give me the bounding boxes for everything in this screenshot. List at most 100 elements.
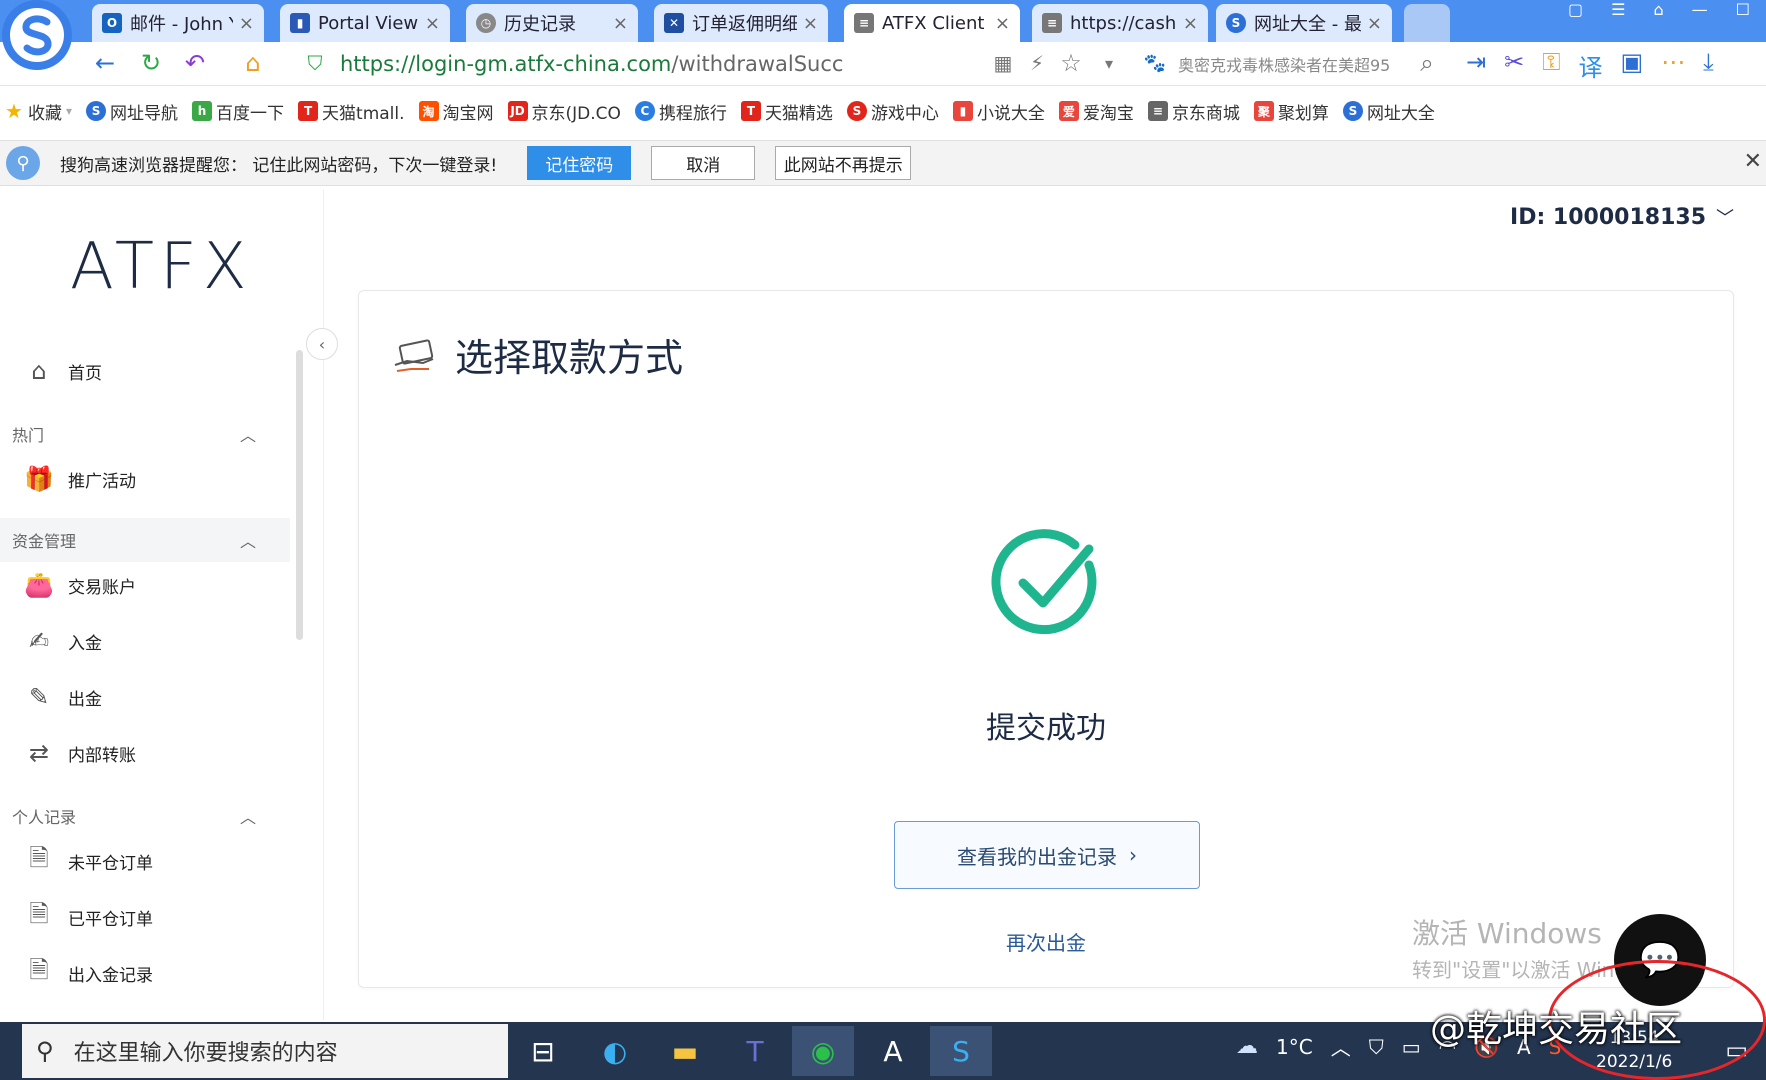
home-icon[interactable]: ⌂ (238, 48, 268, 78)
tab-bar: O 邮件 - John Y × ▮ Portal Views × ◷ 历史记录 … (0, 0, 1766, 70)
battery-icon[interactable]: ▭ (1402, 1035, 1421, 1059)
chat-support-button[interactable]: 💬 (1614, 914, 1706, 1006)
bookmark-item[interactable]: JD 京东(JD.CO (507, 99, 621, 124)
chevron-up-icon[interactable]: ︿ (1331, 1032, 1351, 1061)
sogou-browser-logo[interactable] (2, 0, 72, 70)
atfx-logo[interactable]: ATFX (70, 230, 253, 304)
tab-order-commission[interactable]: ✕ 订单返佣明细 × (654, 4, 828, 42)
qr-code-icon[interactable]: ▦ (988, 48, 1018, 78)
close-icon[interactable]: × (613, 13, 628, 34)
bookmark-label: 京东(JD.CO (531, 103, 621, 124)
close-icon[interactable]: × (1183, 13, 1198, 34)
reload-icon[interactable]: ↻ (136, 48, 166, 78)
sidebar-item-open-orders[interactable]: 🗎 未平仓订单 (22, 844, 153, 878)
menu-icon[interactable]: ☰ (1611, 0, 1625, 20)
bookmark-item[interactable]: h 百度一下 (192, 99, 284, 124)
scissors-icon[interactable]: ✂ (1504, 48, 1524, 83)
sidebar-collapse-button[interactable]: ‹ (306, 328, 338, 360)
file-explorer-icon[interactable]: ▬ (654, 1026, 716, 1076)
shield-icon[interactable]: ⛉ (1369, 1035, 1384, 1059)
sidebar-item-label: 内部转账 (68, 745, 136, 766)
chevron-down-icon[interactable]: ▾ (1094, 48, 1124, 78)
back-icon[interactable]: ← (90, 48, 120, 78)
bookmark-item[interactable]: ▮ 小说大全 (952, 99, 1045, 124)
close-icon[interactable]: ✕ (1744, 149, 1762, 174)
remember-password-button[interactable]: 记住密码 (527, 146, 632, 180)
teams-icon[interactable]: T (724, 1026, 786, 1076)
sidebar-item-withdraw[interactable]: ✎ 出金 (22, 680, 102, 714)
never-remind-button[interactable]: 此网站不再提示 (775, 146, 912, 180)
deposit-icon: ✍ (28, 627, 50, 655)
tab-atfx-client[interactable]: ≡ ATFX Client F × (844, 4, 1020, 42)
tab-mail[interactable]: O 邮件 - John Y × (92, 4, 264, 42)
tab-url-directory[interactable]: S 网址大全 - 最 × (1216, 4, 1392, 42)
undo-icon[interactable]: ↶ (180, 48, 210, 78)
view-withdrawal-records-button[interactable]: 查看我的出金记录 › (894, 821, 1200, 889)
sidebar-item-internal-transfer[interactable]: ⇄ 内部转账 (22, 736, 136, 770)
cancel-button[interactable]: 取消 (651, 146, 756, 180)
search-suggestion[interactable]: 奥密克戎毒株感染者在美超95 (1178, 52, 1403, 76)
gift-icon: 🎁 (24, 465, 54, 493)
bookmark-item[interactable]: ≡ 京东商城 (1147, 99, 1240, 124)
juhuasuan-icon: 聚 (1253, 101, 1274, 121)
sidebar-group-funds[interactable]: 资金管理 ︿ (0, 518, 290, 562)
translate-icon[interactable]: 译 (1578, 48, 1602, 83)
bookmark-star-icon[interactable]: ☆ (1056, 48, 1086, 78)
task-view-icon[interactable]: ⊟ (512, 1026, 574, 1076)
edge-icon[interactable]: ◐ (584, 1026, 646, 1076)
minimize-icon[interactable]: — (1692, 0, 1708, 20)
document-icon: 🗎 (29, 899, 49, 928)
toolbar-extensions: ⇥ ✂ ⚿ 译 ▣ ⋯ ⤓ (1466, 48, 1714, 83)
more-icon[interactable]: ⋯ (1661, 48, 1685, 83)
sidebar-group-records[interactable]: 个人记录 ︿ (0, 794, 290, 838)
bookmark-item[interactable]: 爱爱淘宝 (1058, 99, 1134, 124)
bookmark-item[interactable]: C 携程旅行 (634, 99, 727, 124)
sidebar-item-home[interactable]: ⌂ 首页 (22, 354, 102, 388)
sidebar-item-closed-orders[interactable]: 🗎 已平仓订单 (22, 900, 153, 934)
bookmark-item[interactable]: ★ 收藏 ▾ (4, 99, 72, 124)
sidebar-item-fund-records[interactable]: 🗎 出入金记录 (22, 956, 153, 990)
maximize-icon[interactable]: ☐ (1736, 0, 1750, 20)
sidebar-item-trading-account[interactable]: 👛 交易账户 (22, 568, 136, 602)
sogou-browser-taskbar-icon[interactable]: S (930, 1026, 992, 1076)
hao-icon: h (192, 101, 213, 121)
bookmark-item[interactable]: 聚聚划算 (1253, 99, 1329, 124)
tab-portal-views[interactable]: ▮ Portal Views × (280, 4, 450, 42)
search-icon[interactable]: ⌕ (1412, 48, 1442, 78)
account-id-dropdown[interactable]: ID: 1000018135 ﹀ (1510, 204, 1734, 230)
tab-cashier[interactable]: ≡ https://cashi × (1032, 4, 1208, 42)
taskbar-search-box[interactable]: ⚲ 在这里输入你要搜索的内容 (22, 1024, 508, 1078)
taobao-icon: 淘 (418, 101, 439, 121)
bookmark-item[interactable]: T 天猫tmall. (298, 99, 405, 124)
bookmark-item[interactable]: T 天猫精选 (740, 99, 833, 124)
close-icon[interactable]: × (803, 13, 818, 34)
close-icon[interactable]: × (425, 13, 440, 34)
sidebar-item-deposit[interactable]: ✍ 入金 (22, 624, 102, 658)
new-tab-button[interactable] (1404, 4, 1450, 42)
bookmark-item[interactable]: S 游戏中心 (846, 99, 939, 124)
taskbar-search-placeholder: 在这里输入你要搜索的内容 (73, 1041, 338, 1066)
url-field[interactable]: https://login-gm.atfx-china.com/withdraw… (340, 46, 1320, 82)
bookmark-item[interactable]: 淘淘宝网 (418, 99, 494, 124)
key-icon[interactable]: ⚿ (1542, 48, 1560, 83)
secure-shield-icon: ⛉ (307, 51, 323, 75)
tab-history[interactable]: ◷ 历史记录 × (466, 4, 638, 42)
wechat-icon[interactable]: ◉ (792, 1026, 854, 1076)
screen-icon[interactable]: ▣ (1620, 48, 1643, 83)
download-icon[interactable]: ⤓ (1703, 48, 1714, 83)
notification-icon[interactable]: ▭ (1725, 1036, 1748, 1064)
skin-icon[interactable]: ⌂ (1654, 0, 1664, 20)
sidebar-item-promotions[interactable]: 🎁 推广活动 (22, 462, 136, 496)
close-icon[interactable]: × (1367, 13, 1382, 34)
sidebar-scrollbar[interactable] (296, 350, 303, 640)
login-icon[interactable]: ⇥ (1466, 48, 1486, 83)
document-icon: 🗎 (29, 843, 49, 872)
close-icon[interactable]: × (239, 13, 254, 34)
sidebar-group-hot[interactable]: 热门 ︿ (0, 412, 290, 456)
atfx-app-icon[interactable]: A (862, 1026, 924, 1076)
bookmark-item[interactable]: S 网址导航 (86, 99, 178, 124)
bookmark-item[interactable]: S 网址大全 (1342, 99, 1435, 124)
close-icon[interactable]: × (995, 13, 1010, 34)
lightning-icon[interactable]: ⚡ (1022, 48, 1052, 78)
tab-count-icon[interactable]: ▢ (1568, 0, 1583, 20)
